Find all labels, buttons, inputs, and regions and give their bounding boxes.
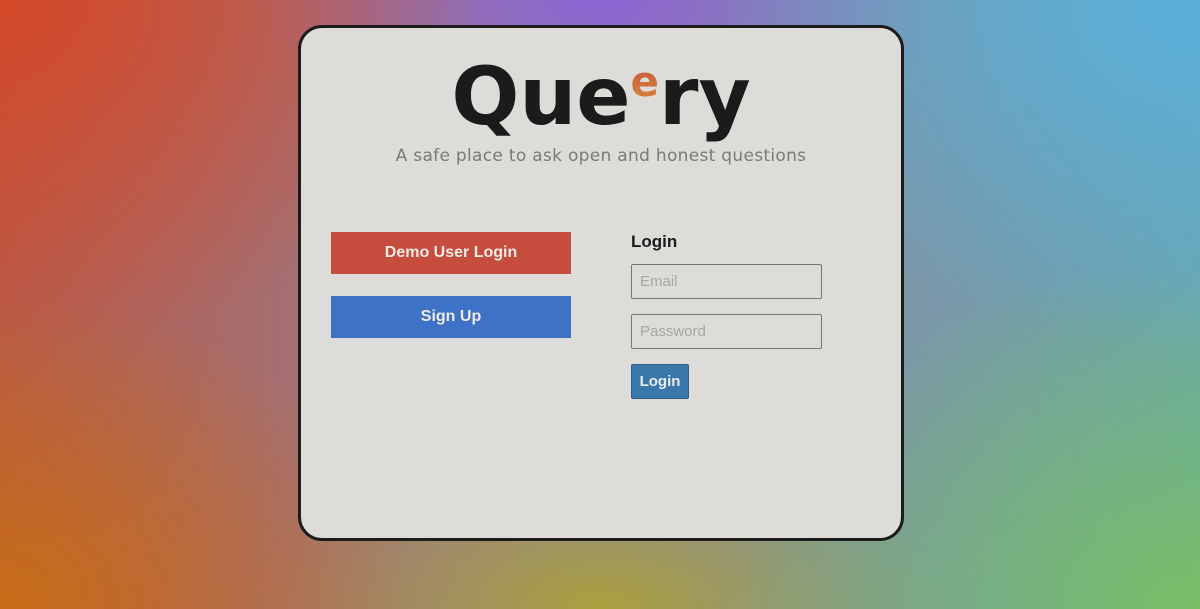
password-field[interactable] xyxy=(631,314,822,349)
logo-text-start: Que xyxy=(451,50,631,143)
demo-user-login-button[interactable]: Demo User Login xyxy=(331,232,571,274)
logo-accent-letter: e xyxy=(630,57,660,106)
login-submit-button[interactable]: Login xyxy=(631,364,689,399)
landing-card: Queery A safe place to ask open and hone… xyxy=(298,25,904,541)
tagline: A safe place to ask open and honest ques… xyxy=(395,146,807,166)
sign-up-button[interactable]: Sign Up xyxy=(331,296,571,338)
app-logo: Queery xyxy=(301,52,901,142)
email-field[interactable] xyxy=(631,264,822,299)
login-heading: Login xyxy=(631,232,678,251)
logo-text-end: ry xyxy=(659,50,751,143)
